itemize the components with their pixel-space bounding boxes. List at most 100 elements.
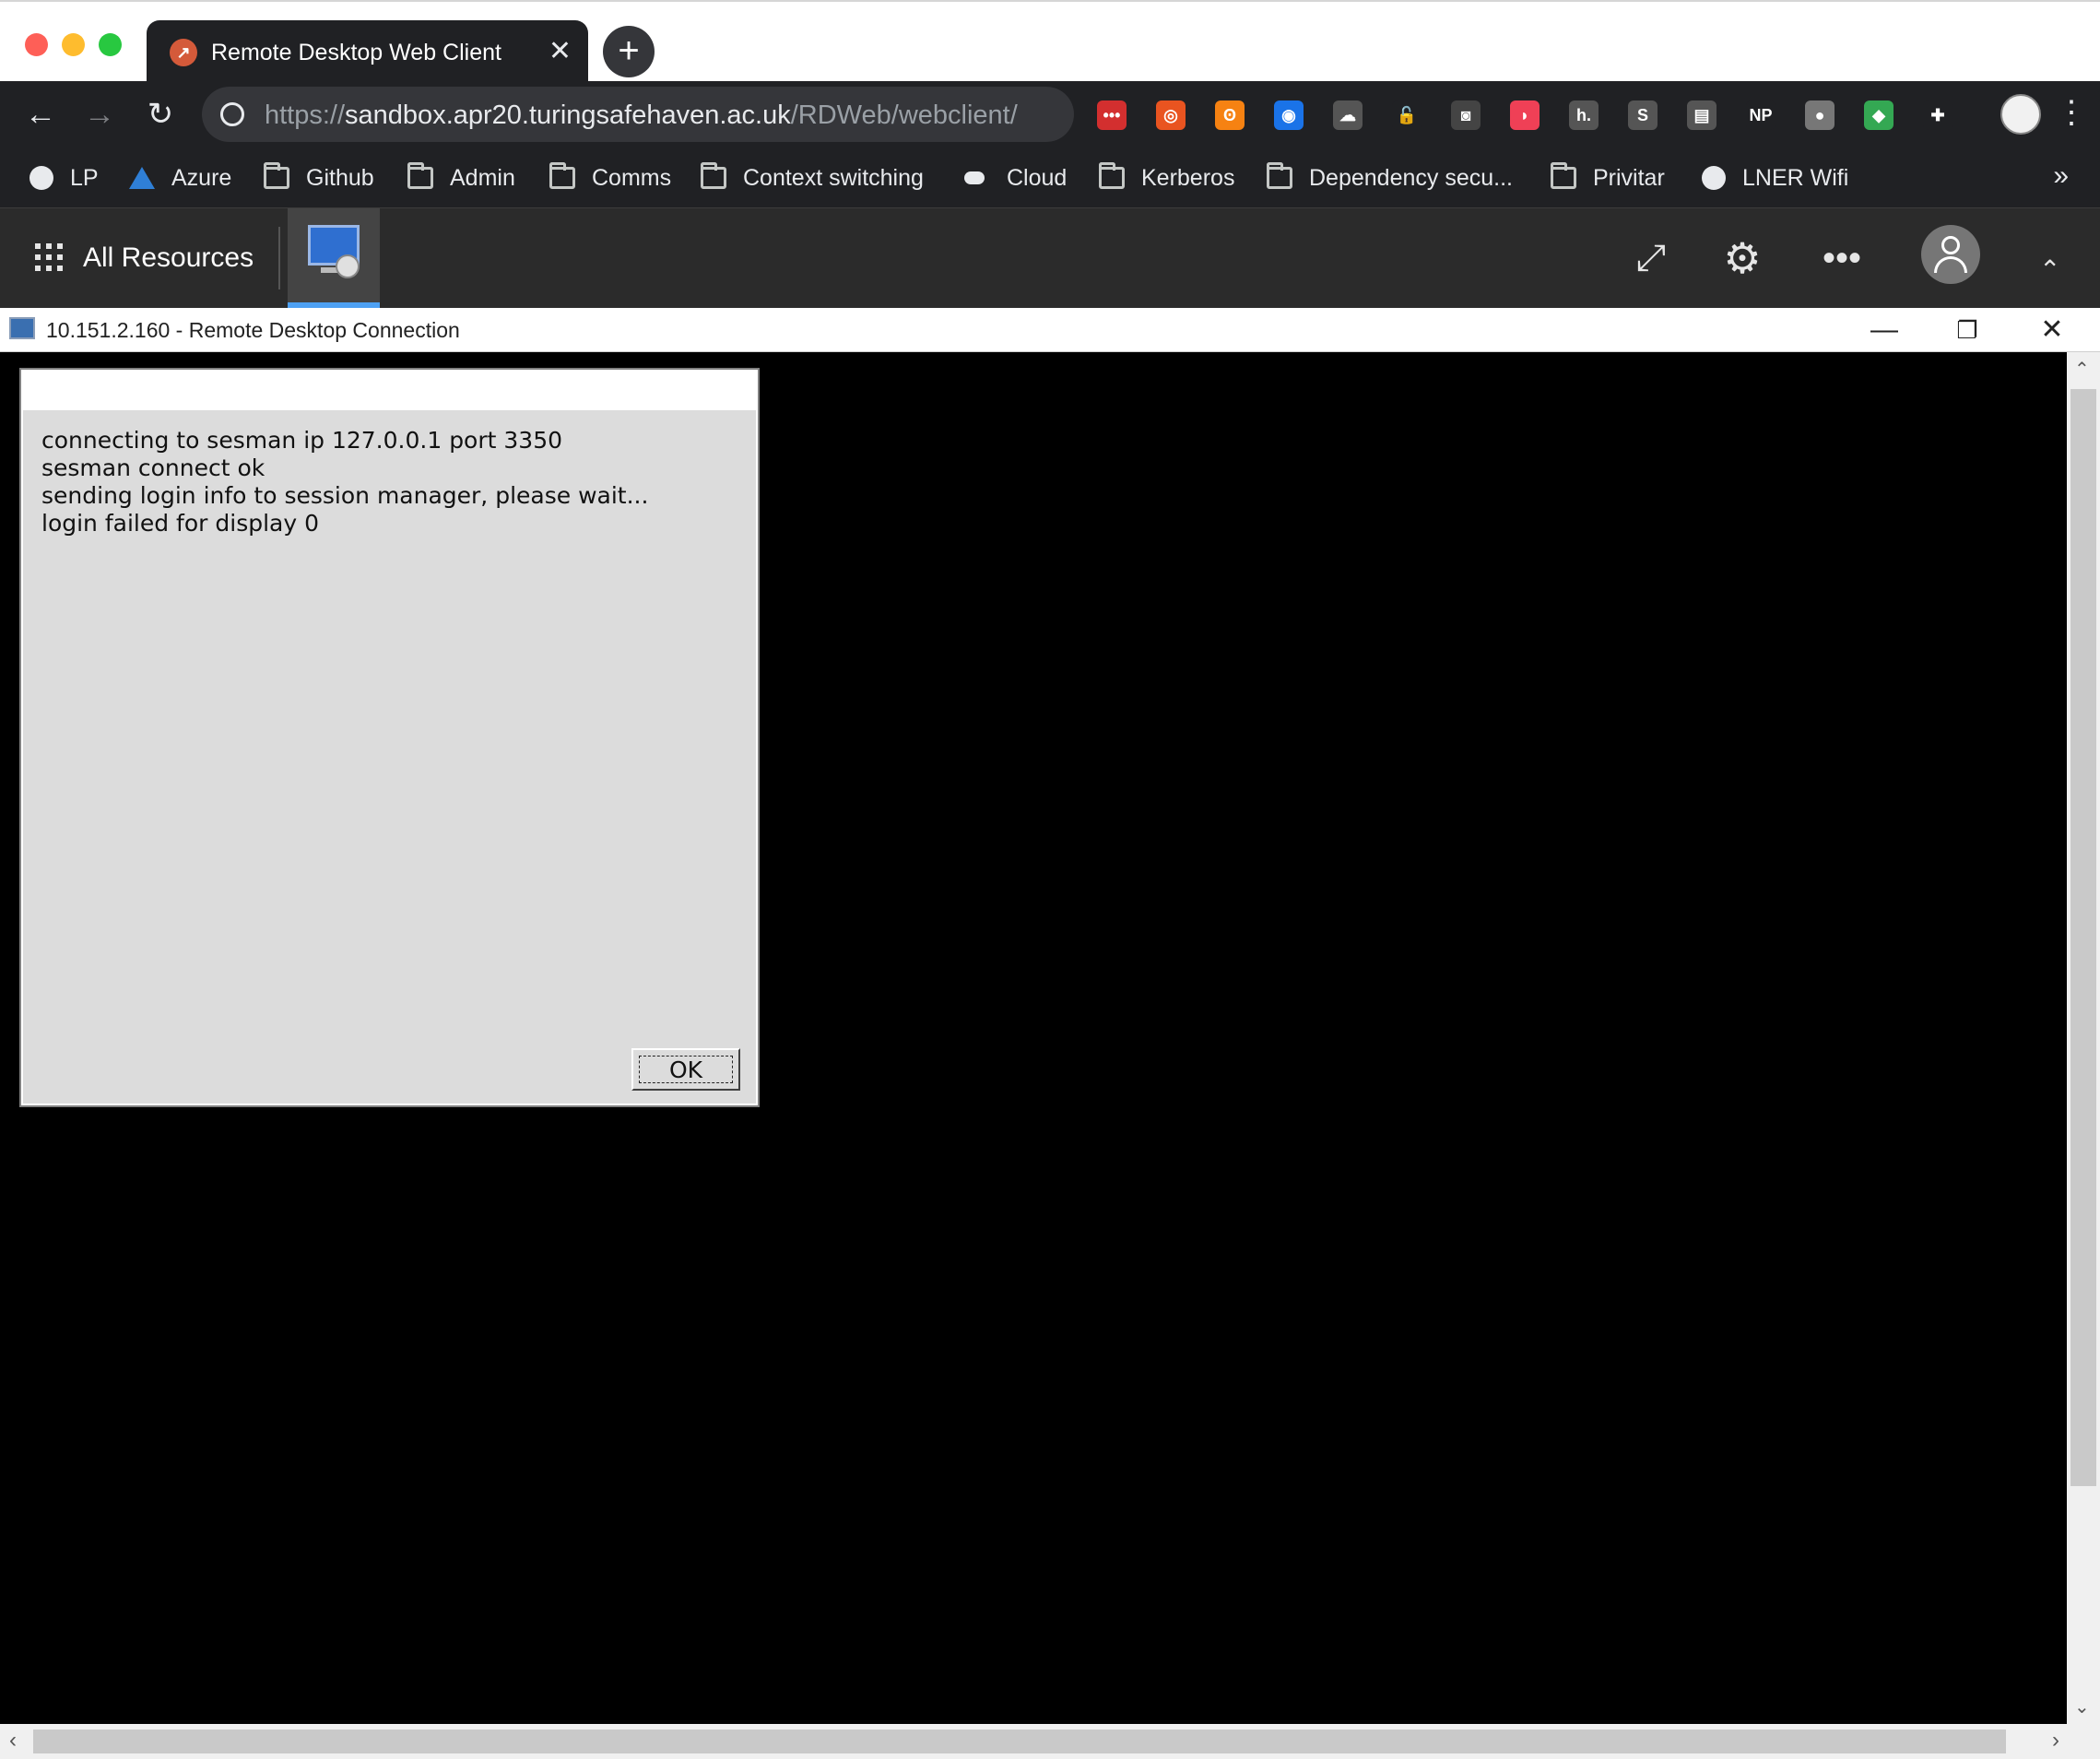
ok-button-label: OK [639, 1056, 733, 1083]
open-access-extension-icon[interactable]: ʘ [1215, 100, 1245, 130]
tab-close-icon[interactable]: ✕ [549, 37, 572, 66]
circle-extension-icon[interactable]: ● [1805, 100, 1835, 130]
url-path: /RDWeb/webclient/ [790, 100, 1018, 130]
ubuntu-extension-icon[interactable]: ◎ [1156, 100, 1186, 130]
bookmark-context-switching[interactable]: Context switching [701, 162, 924, 194]
globe-icon [29, 166, 53, 190]
globe-icon [1702, 166, 1726, 190]
bookmark-comms[interactable]: Comms [549, 162, 671, 194]
settings-gear-icon[interactable]: ⚙ [1720, 236, 1764, 280]
folder-icon [1099, 162, 1125, 189]
one-password-extension-icon[interactable]: ◉ [1274, 100, 1304, 130]
ok-button[interactable]: OK [631, 1048, 740, 1091]
bookmarks-overflow-icon[interactable]: » [2053, 160, 2069, 192]
collapse-chevron-icon[interactable]: ⌃ [2039, 254, 2060, 285]
bookmark-github[interactable]: Github [264, 162, 374, 194]
fullscreen-icon[interactable]: ⤢ [1629, 236, 1673, 280]
user-avatar[interactable] [1921, 225, 1980, 284]
azure-icon [129, 167, 155, 189]
pocket-extension-icon[interactable]: ◗ [1510, 100, 1540, 130]
dialog-line: connecting to sesman ip 127.0.0.1 port 3… [41, 427, 563, 454]
bookmark-label: Github [306, 164, 374, 191]
bookmark-kerberos[interactable]: Kerberos [1099, 162, 1234, 194]
url-host: sandbox.apr20.turingsafehaven.ac.uk [345, 100, 791, 130]
url-scheme: https:// [265, 100, 346, 130]
colorful-extension-icon[interactable]: ◆ [1864, 100, 1894, 130]
folder-icon [407, 162, 433, 189]
skype-extension-icon[interactable]: S [1628, 100, 1658, 130]
folder-icon [1551, 162, 1576, 189]
remote-window-title: 10.151.2.160 - Remote Desktop Connection [46, 318, 460, 342]
dialog-line: sesman connect ok [41, 455, 265, 481]
user-head [1941, 236, 1960, 254]
scroll-left-arrow-icon[interactable]: ‹ [9, 1728, 17, 1753]
bookmark-label: Dependency secu... [1309, 164, 1513, 191]
lock-extension-icon[interactable]: 🔓 [1392, 100, 1422, 130]
dialog-line: sending login info to session manager, p… [41, 482, 649, 509]
browser-toolbar: ← → ↻ https://sandbox.apr20.turingsafeha… [0, 81, 2100, 148]
np-extension-icon[interactable]: NP [1746, 100, 1776, 130]
close-icon[interactable]: ✕ [2034, 312, 2071, 348]
bookmark-label: Kerberos [1141, 164, 1235, 191]
dialog-message: connecting to sesman ip 127.0.0.1 port 3… [41, 427, 648, 537]
folder-icon [1267, 162, 1292, 189]
restore-icon[interactable]: ❐ [1949, 312, 1986, 348]
bookmark-label: LNER Wifi [1742, 164, 1849, 191]
user-body [1934, 256, 1967, 273]
bookmark-lner-wifi[interactable]: LNER Wifi [1702, 162, 1848, 194]
header-divider [278, 227, 280, 289]
bookmark-cloud[interactable]: Cloud [964, 162, 1067, 194]
back-button[interactable]: ← [20, 94, 61, 135]
bookmark-azure[interactable]: Azure [129, 162, 231, 194]
bookmark-dependency-secu[interactable]: Dependency secu... [1267, 162, 1513, 194]
scroll-right-arrow-icon[interactable]: › [2052, 1728, 2059, 1753]
site-info-icon[interactable] [220, 102, 244, 126]
new-tab-button[interactable]: + [603, 26, 655, 77]
browser-menu-icon[interactable]: ⋮ [2056, 94, 2087, 135]
bookmark-label: Context switching [743, 164, 924, 191]
connection-arrow-icon [336, 254, 360, 278]
bookmark-label: Azure [171, 164, 232, 191]
horizontal-scroll-thumb[interactable] [33, 1729, 2006, 1753]
horizontal-scrollbar[interactable]: ‹ › [0, 1724, 2100, 1759]
remote-session-tab[interactable] [288, 208, 380, 308]
url-text[interactable]: https://sandbox.apr20.turingsafehaven.ac… [265, 100, 1018, 131]
lastpass-extension-icon[interactable]: ••• [1097, 100, 1127, 130]
vertical-scroll-thumb[interactable] [2071, 389, 2096, 1486]
dialog-titlebar [23, 372, 756, 410]
remote-window-titlebar: 10.151.2.160 - Remote Desktop Connection… [0, 308, 2100, 352]
cloud-icon [964, 171, 985, 184]
minimize-window-button[interactable] [62, 33, 85, 56]
zoom-window-button[interactable] [99, 33, 122, 56]
vertical-scrollbar[interactable]: ⌃ ⌄ [2067, 352, 2100, 1724]
folder-icon [264, 162, 289, 189]
more-options-icon[interactable]: ••• [1820, 236, 1864, 280]
browser-tab-active[interactable]: ↗ Remote Desktop Web Client ✕ [147, 20, 588, 83]
all-resources-link[interactable]: All Resources [83, 242, 254, 275]
app-launcher-icon[interactable] [35, 243, 63, 271]
forward-button[interactable]: → [79, 94, 120, 135]
profile-avatar[interactable] [2000, 94, 2041, 135]
scroll-up-arrow-icon[interactable]: ⌃ [2074, 358, 2090, 381]
minimize-icon[interactable]: — [1866, 312, 1903, 348]
extensions-area: ⋮ ••• ◎ ʘ ◉ ☁ 🔓 ◙ ◗ h. S ▤ NP ● ◆ ✚ [1088, 81, 2100, 148]
login-status-dialog: connecting to sesman ip 127.0.0.1 port 3… [19, 368, 760, 1107]
bookmark-label: Privitar [1593, 164, 1665, 191]
scroll-down-arrow-icon[interactable]: ⌄ [2074, 1695, 2090, 1718]
browser-tab-strip: ↗ Remote Desktop Web Client ✕ + [0, 0, 2100, 83]
bookmark-privitar[interactable]: Privitar [1551, 162, 1665, 194]
remote-desktop-app-icon [9, 317, 35, 339]
address-bar[interactable]: https://sandbox.apr20.turingsafehaven.ac… [202, 87, 1074, 142]
document-extension-icon[interactable]: ▤ [1687, 100, 1717, 130]
puzzle-extension-icon[interactable]: ✚ [1923, 100, 1953, 130]
github-extension-icon[interactable]: ◙ [1451, 100, 1481, 130]
bookmark-admin[interactable]: Admin [407, 162, 515, 194]
bookmark-lp[interactable]: LP [29, 162, 99, 194]
bookmark-label: Admin [450, 164, 515, 191]
cloud-extension-icon[interactable]: ☁ [1333, 100, 1363, 130]
reload-button[interactable]: ↻ [140, 94, 181, 135]
hypothesis-extension-icon[interactable]: h. [1569, 100, 1599, 130]
bookmark-label: LP [70, 164, 99, 191]
close-window-button[interactable] [25, 33, 48, 56]
folder-icon [549, 162, 575, 189]
